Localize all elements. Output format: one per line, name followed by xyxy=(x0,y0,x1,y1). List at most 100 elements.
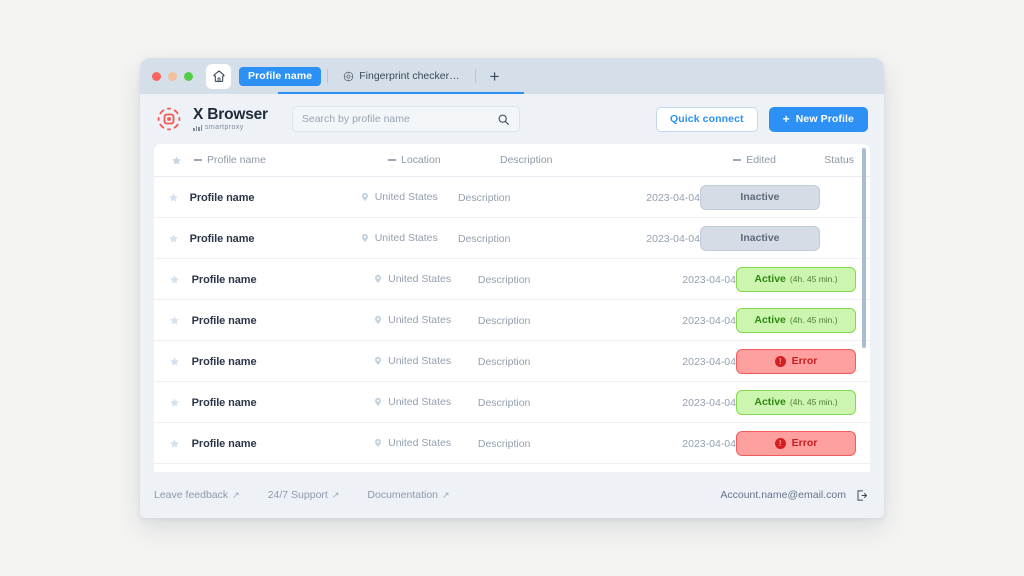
star-icon[interactable] xyxy=(169,315,180,326)
header-actions: Quick connect + New Profile xyxy=(656,107,868,132)
status-badge[interactable]: !Error xyxy=(736,349,856,374)
favorite-toggle[interactable] xyxy=(158,356,192,367)
table-scrollbar-track[interactable] xyxy=(864,144,868,472)
external-link-icon: ↗ xyxy=(442,490,450,501)
location-label: United States xyxy=(388,314,451,326)
description-column-header[interactable]: Description xyxy=(500,154,650,166)
location-cell: United States xyxy=(373,355,478,367)
sort-indicator-icon xyxy=(733,159,741,161)
search-icon[interactable] xyxy=(497,113,510,126)
status-duration: (4h. 45 min.) xyxy=(790,397,838,407)
profiles-table: Profile name Location Description Edited xyxy=(154,144,870,472)
status-badge[interactable]: !Error xyxy=(736,431,856,456)
profile-name-cell[interactable]: Profile name xyxy=(192,270,373,288)
description-label: Description xyxy=(478,356,531,368)
smartproxy-bars-icon xyxy=(193,125,202,131)
tab-profile-name[interactable]: Profile name xyxy=(239,67,321,86)
star-icon[interactable] xyxy=(169,397,180,408)
location-label: United States xyxy=(388,437,451,449)
new-tab-button[interactable]: + xyxy=(486,68,504,85)
star-icon[interactable] xyxy=(168,192,179,203)
status-label: Inactive xyxy=(740,191,779,203)
edited-label: 2023-04-04 xyxy=(682,397,736,409)
account-email: Account.name@email.com xyxy=(720,489,846,501)
status-label: Active xyxy=(754,396,786,408)
status-cell: Active(4h. 45 min.) xyxy=(736,267,870,292)
table-header-row: Profile name Location Description Edited xyxy=(154,144,870,177)
status-label: Active xyxy=(754,273,786,285)
location-pin-icon xyxy=(373,315,383,325)
status-cell: !Error xyxy=(736,431,870,456)
search-box[interactable] xyxy=(292,106,520,132)
table-row[interactable]: Profile nameUnited StatesDescription2023… xyxy=(154,177,870,218)
star-icon[interactable] xyxy=(169,356,180,367)
search-input[interactable] xyxy=(302,113,497,125)
documentation-link[interactable]: Documentation ↗ xyxy=(367,489,449,501)
status-badge[interactable]: Active (4h. 45 min.) xyxy=(736,390,856,415)
star-icon xyxy=(171,155,182,166)
table-row[interactable]: Profile nameUnited StatesDescription2023… xyxy=(154,218,870,259)
profile-name-cell[interactable]: Profile name xyxy=(192,352,373,370)
description-cell: Description xyxy=(478,352,618,370)
logout-icon[interactable] xyxy=(855,489,868,502)
favorite-toggle[interactable] xyxy=(158,438,192,449)
profile-name-label: Profile name xyxy=(192,438,257,450)
quick-connect-button[interactable]: Quick connect xyxy=(656,107,758,132)
description-column-label: Description xyxy=(500,154,553,166)
minimize-window-icon[interactable] xyxy=(168,72,177,81)
table-scrollbar-thumb[interactable] xyxy=(862,148,866,348)
leave-feedback-link[interactable]: Leave feedback ↗ xyxy=(154,489,240,501)
window-titlebar: Profile name Fingerprint checker… + xyxy=(140,58,884,94)
location-column-header[interactable]: Location xyxy=(388,154,500,166)
edited-label: 2023-04-04 xyxy=(682,356,736,368)
favorite-toggle[interactable] xyxy=(158,315,192,326)
star-icon[interactable] xyxy=(169,274,180,285)
home-icon xyxy=(212,69,226,83)
profile-name-label: Profile name xyxy=(192,274,257,286)
favorite-toggle[interactable] xyxy=(158,397,192,408)
description-label: Description xyxy=(478,315,531,327)
name-column-header[interactable]: Profile name xyxy=(194,154,388,166)
description-label: Description xyxy=(458,233,511,245)
star-icon[interactable] xyxy=(169,438,180,449)
profile-name-cell[interactable]: Profile name xyxy=(190,229,360,247)
edited-label: 2023-04-04 xyxy=(682,438,736,450)
star-icon[interactable] xyxy=(168,233,179,244)
table-row[interactable]: Profile name United States Description 2023… xyxy=(154,423,870,464)
close-window-icon[interactable] xyxy=(152,72,161,81)
table-row[interactable]: Profile nameUnited StatesDescription2023… xyxy=(154,259,870,300)
location-cell: United States xyxy=(373,437,478,449)
status-badge[interactable]: Inactive xyxy=(700,226,820,251)
location-pin-icon xyxy=(373,397,383,407)
favorite-toggle[interactable] xyxy=(158,233,190,244)
support-link[interactable]: 24/7 Support ↗ xyxy=(268,489,340,501)
table-row[interactable]: Profile nameUnited StatesDescription 2023… xyxy=(154,341,870,382)
new-profile-button[interactable]: + New Profile xyxy=(769,107,868,132)
table-row[interactable]: Profile nameUnited StatesDescription2023… xyxy=(154,382,870,423)
status-badge[interactable]: Inactive xyxy=(700,185,820,210)
status-badge[interactable]: Active(4h. 45 min.) xyxy=(736,308,856,333)
location-column-label: Location xyxy=(401,154,441,166)
favorite-column-header[interactable] xyxy=(158,155,194,166)
error-icon: ! xyxy=(775,438,786,449)
table-row[interactable]: Profile nameUnited StatesDescription2023… xyxy=(154,300,870,341)
fingerprint-icon xyxy=(343,71,354,82)
profiles-table-wrap: Profile name Location Description Edited xyxy=(154,144,870,472)
home-button[interactable] xyxy=(206,64,231,89)
tab-fingerprint-checker[interactable]: Fingerprint checker… xyxy=(334,67,468,86)
favorite-toggle[interactable] xyxy=(158,192,190,203)
status-column-header[interactable]: Status xyxy=(776,154,870,166)
profile-name-cell[interactable]: Profile name xyxy=(192,393,373,411)
favorite-toggle[interactable] xyxy=(158,274,192,285)
description-cell: Description xyxy=(478,434,618,452)
maximize-window-icon[interactable] xyxy=(184,72,193,81)
description-label: Description xyxy=(478,438,531,450)
location-cell: United States xyxy=(373,273,478,285)
profile-name-cell[interactable]: Profile name xyxy=(190,188,360,206)
profile-name-cell[interactable]: Profile name xyxy=(192,311,373,329)
edited-column-header[interactable]: Edited xyxy=(650,154,776,166)
status-badge[interactable]: Active(4h. 45 min.) xyxy=(736,267,856,292)
brand-subtitle: smartproxy xyxy=(205,124,244,131)
edited-column-label: Edited xyxy=(746,154,776,166)
profile-name-cell[interactable]: Profile name xyxy=(192,434,373,452)
